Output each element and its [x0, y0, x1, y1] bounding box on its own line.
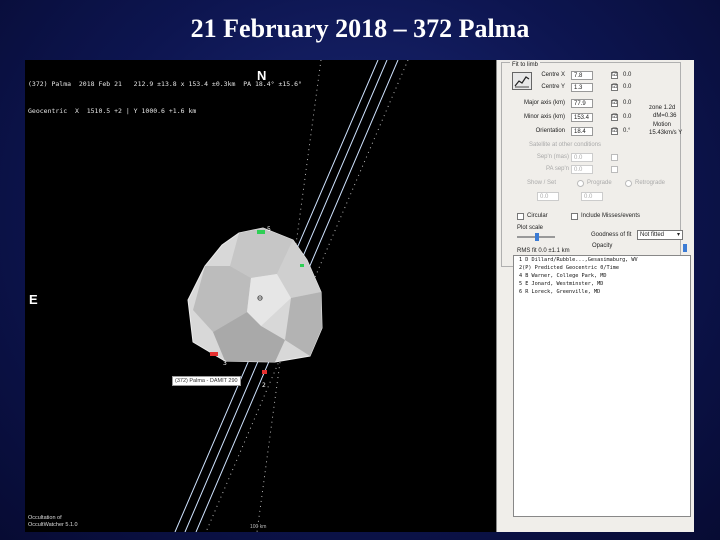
- coef-right-field[interactable]: 0.0: [581, 192, 603, 201]
- param-label: Orientation: [535, 128, 565, 134]
- event-marker: [262, 370, 267, 374]
- side-note: 15.43km/s Y: [649, 130, 683, 136]
- retrograde-label: Retrograde: [635, 180, 666, 186]
- shape-model-label: (372) Palma - DAMIT 290: [172, 376, 241, 386]
- event-marker: [257, 230, 265, 234]
- centre-x-field[interactable]: 7.8: [571, 71, 593, 80]
- param-extra: 0.0: [623, 114, 632, 120]
- chord-number: 3: [223, 360, 227, 367]
- observer-list[interactable]: 1 D Dillard/Rubble...,Gesasimaburg, WV 2…: [513, 255, 691, 517]
- retrograde-radio[interactable]: [625, 180, 632, 187]
- event-marker: [300, 264, 304, 267]
- list-item[interactable]: 5 E Jonard, Westminster, MD: [514, 280, 690, 288]
- opacity-slider-thumb[interactable]: [683, 244, 687, 252]
- param-label: Major axis (km): [523, 100, 565, 106]
- param-label: Sep'n (mas): [536, 154, 569, 160]
- side-note: dM=0.36: [653, 113, 677, 119]
- opacity-label: Opacity: [592, 243, 613, 249]
- chord-number: 2: [262, 382, 266, 389]
- coef-left-field[interactable]: 0.0: [537, 192, 559, 201]
- param-label: Minor axis (km): [523, 114, 565, 120]
- orientation-checkbox[interactable]: ☑: [611, 128, 618, 135]
- frame-title: Fit to limb: [510, 62, 541, 68]
- shape-row-label: Show / Set: [527, 180, 557, 186]
- event-marker: [210, 352, 218, 356]
- separation-field[interactable]: 0.0: [571, 153, 593, 162]
- fit-dropdown[interactable]: Not fitted ▾: [637, 230, 683, 240]
- include-misses-checkbox[interactable]: [571, 213, 578, 220]
- compass-north-label: N: [257, 68, 267, 83]
- param-extra: 0.°: [623, 128, 631, 134]
- list-item[interactable]: 4 B Warner, College Park, MD: [514, 272, 690, 280]
- major-axis-checkbox[interactable]: ☑: [611, 100, 618, 107]
- side-note: Motion: [653, 122, 672, 128]
- list-item[interactable]: 6 R Loreck, Greenville, MD: [514, 288, 690, 296]
- rms-label: RMS fit 0.0 ±1.1 km: [517, 248, 570, 254]
- occultation-plot[interactable]: (372) Palma 2018 Feb 21 212.9 ±13.8 x 15…: [25, 60, 496, 532]
- param-extra: 0.0: [623, 100, 632, 106]
- circular-checkbox[interactable]: [517, 213, 524, 220]
- circular-label: Circular: [527, 213, 548, 219]
- prograde-radio[interactable]: [577, 180, 584, 187]
- centre-y-field[interactable]: 1.3: [571, 83, 593, 92]
- list-item[interactable]: 2(P) Predicted Geocentric 0/Time: [514, 264, 690, 272]
- compass-east-label: E: [29, 292, 38, 307]
- goodness-label: Goodness of fit: [591, 232, 632, 238]
- major-axis-field[interactable]: 77.9: [571, 99, 593, 108]
- pa-separation-field[interactable]: 0.0: [571, 165, 593, 174]
- centre-x-checkbox[interactable]: ☑: [611, 72, 618, 79]
- list-item[interactable]: 1 D Dillard/Rubble...,Gesasimaburg, WV: [514, 256, 690, 264]
- chevron-down-icon: ▾: [676, 232, 680, 238]
- side-note: zone 1.2d: [649, 105, 676, 111]
- pa-separation-checkbox[interactable]: [611, 166, 618, 173]
- plot-footer: Occultation of OccultWatcher 5.1.0: [28, 515, 78, 528]
- chord-number: 5: [267, 226, 271, 233]
- param-extra: 0.0: [623, 84, 632, 90]
- param-label: Centre Y: [541, 84, 565, 90]
- satellite-section-title: Satellite at other conditions: [529, 142, 602, 148]
- separation-checkbox[interactable]: [611, 154, 618, 161]
- include-misses-label: Include Misses/events: [581, 213, 641, 219]
- plot-scale-slider-thumb[interactable]: [535, 233, 539, 241]
- minor-axis-checkbox[interactable]: ☑: [611, 114, 618, 121]
- centre-y-checkbox[interactable]: ☑: [611, 84, 618, 91]
- plot-scale-label: Plot scale: [517, 225, 544, 231]
- param-extra: 0.0: [623, 72, 632, 78]
- control-panel: Fit to limb Centre X 7.8 ☑ 0.0 Centre Y …: [496, 60, 694, 532]
- param-label: Centre X: [541, 72, 565, 78]
- orientation-field[interactable]: 18.4: [571, 127, 593, 136]
- param-label: PA sep'n: [545, 166, 569, 172]
- scale-label: 100 km: [250, 524, 267, 530]
- minor-axis-field[interactable]: 153.4: [571, 113, 593, 122]
- asteroid-shape-model: [187, 227, 323, 363]
- slide-title: 21 February 2018 – 372 Palma: [190, 14, 530, 43]
- prograde-label: Prograde: [587, 180, 612, 186]
